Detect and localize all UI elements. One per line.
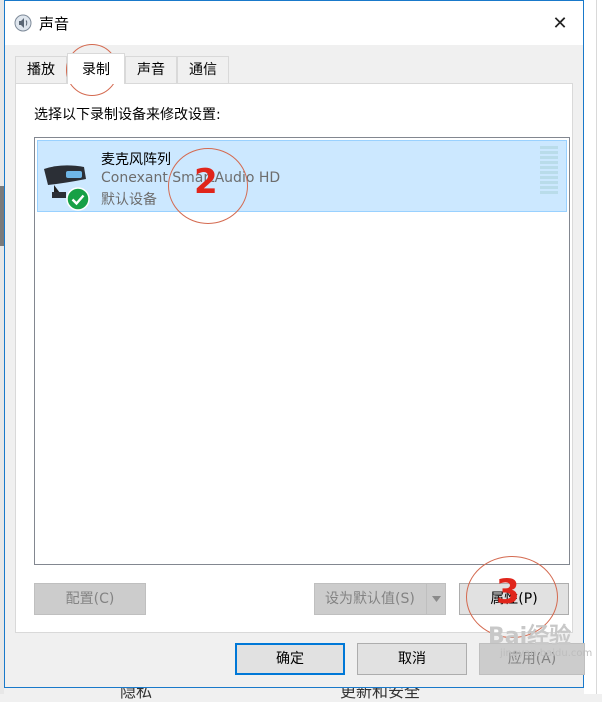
tab-playback[interactable]: 播放 bbox=[15, 56, 67, 83]
background-window-strip bbox=[584, 0, 602, 694]
recording-panel: 选择以下录制设备来修改设置: 麦克风阵列 Conexant SmartAudio… bbox=[15, 83, 573, 633]
device-list[interactable]: 麦克风阵列 Conexant SmartAudio HD 默认设备 bbox=[34, 137, 570, 565]
set-default-button[interactable]: 设为默认值(S) bbox=[314, 583, 446, 615]
window-title: 声音 bbox=[39, 15, 70, 33]
list-item[interactable]: 麦克风阵列 Conexant SmartAudio HD 默认设备 bbox=[37, 140, 567, 212]
close-button[interactable]: ✕ bbox=[537, 1, 583, 45]
cancel-button[interactable]: 取消 bbox=[357, 643, 467, 675]
device-name: 麦克风阵列 bbox=[101, 152, 171, 168]
configure-button[interactable]: 配置(C) bbox=[34, 583, 146, 615]
speaker-icon bbox=[14, 14, 32, 32]
tab-recording[interactable]: 录制 bbox=[67, 53, 125, 84]
ok-button[interactable]: 确定 bbox=[235, 643, 345, 675]
close-icon: ✕ bbox=[552, 12, 568, 34]
watermark-url: jingyan.baidu.com bbox=[500, 648, 593, 659]
title-bar: 声音 ✕ bbox=[5, 1, 583, 45]
annotation-number-3: 3 bbox=[496, 572, 520, 612]
green-check-icon bbox=[66, 187, 90, 211]
device-status: 默认设备 bbox=[101, 192, 157, 208]
tab-sounds[interactable]: 声音 bbox=[125, 56, 177, 83]
watermark-logo: Bai经验 bbox=[488, 624, 572, 649]
tab-communications[interactable]: 通信 bbox=[177, 56, 229, 83]
level-meter bbox=[540, 146, 558, 198]
chevron-down-icon[interactable] bbox=[426, 584, 445, 614]
annotation-number-2: 2 bbox=[194, 162, 218, 202]
instruction-label: 选择以下录制设备来修改设置: bbox=[34, 107, 221, 123]
